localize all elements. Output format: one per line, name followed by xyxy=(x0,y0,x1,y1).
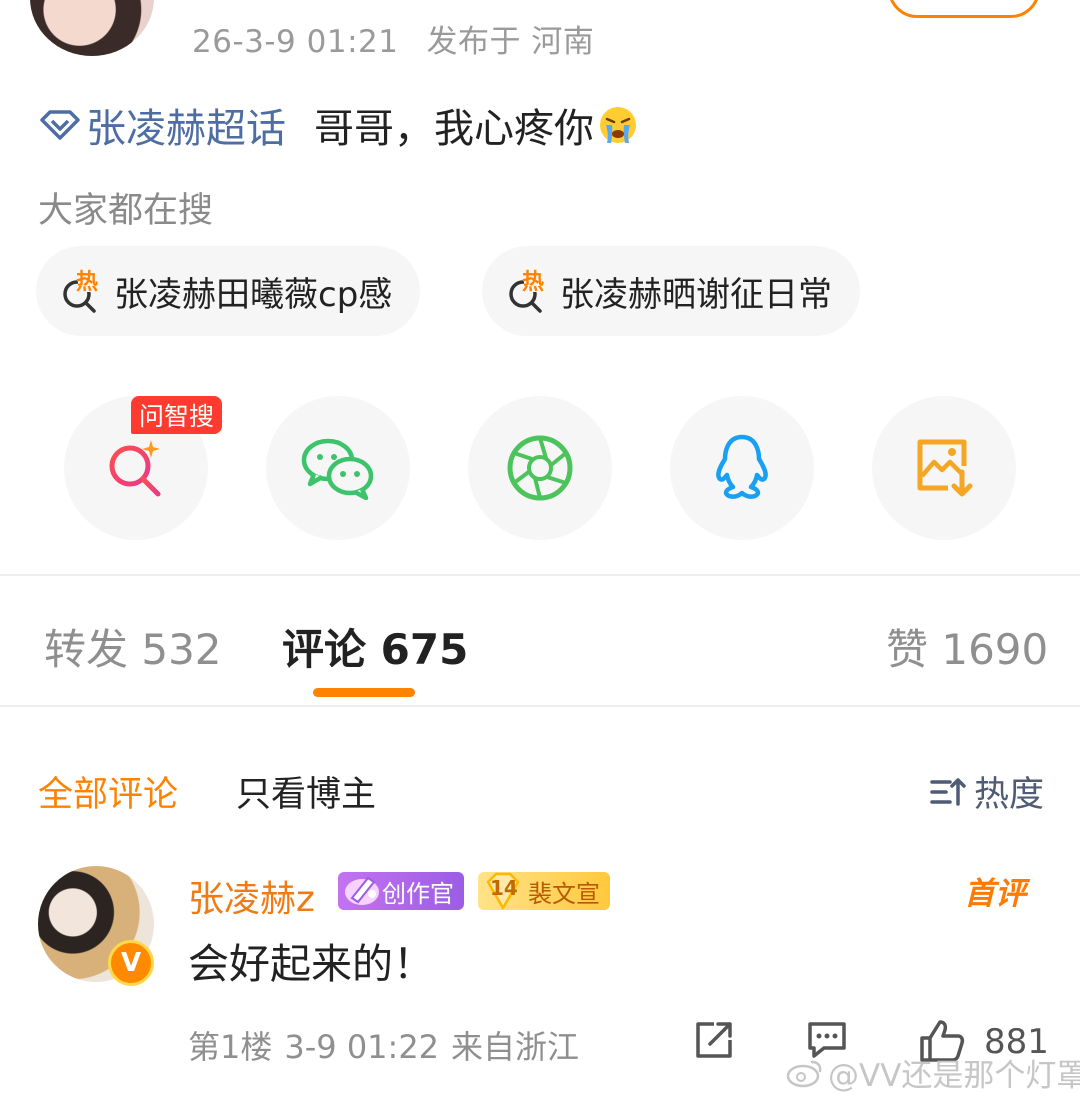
follow-button[interactable] xyxy=(888,0,1040,18)
weibo-logo-icon xyxy=(786,1060,822,1087)
post-location: 发布于 河南 xyxy=(426,24,595,60)
save-image-button[interactable] xyxy=(872,396,1016,540)
diamond-icon xyxy=(40,110,80,140)
post-content: 张凌赫超话 哥哥，我心疼你 xyxy=(38,96,638,154)
wechat-icon xyxy=(301,438,374,500)
fan-badge-label: 裴文宣 xyxy=(528,879,600,908)
share-moments-button[interactable] xyxy=(468,396,612,540)
filter-author-only[interactable]: 只看博主 xyxy=(236,766,376,817)
poster-avatar[interactable] xyxy=(30,0,154,56)
divider xyxy=(0,574,1080,576)
comment-text: 会好起来的！ xyxy=(188,940,434,988)
fan-badge[interactable]: 14 裴文宣 xyxy=(478,872,610,910)
first-comment-tag: 首评 xyxy=(964,876,1026,912)
ai-search-badge: 问智搜 xyxy=(131,396,223,434)
crying-face-icon xyxy=(600,107,636,143)
creator-badge-label: 创作官 xyxy=(382,879,454,908)
ai-search-icon xyxy=(109,440,161,497)
trending-chip[interactable]: 热 张凌赫田曦薇cp感 xyxy=(36,246,421,336)
active-tab-indicator xyxy=(313,688,415,697)
comment-meta: 第1楼 3-9 01:22 来自浙江 xyxy=(188,1022,579,1068)
trending-chip[interactable]: 热 张凌赫晒谢征日常 xyxy=(482,246,860,336)
watermark: @VV还是那个灯罩 xyxy=(786,1050,1080,1094)
share-wechat-button[interactable] xyxy=(266,396,410,540)
tab-likes[interactable]: 赞 1690 xyxy=(886,616,1048,677)
hot-search-icon: 热 xyxy=(504,268,550,314)
creator-badge-icon xyxy=(345,876,379,905)
supertopic-link[interactable]: 张凌赫超话 xyxy=(38,96,286,154)
creator-badge[interactable]: 创作官 xyxy=(338,872,464,910)
watermark-text: @VV还是那个灯罩 xyxy=(828,1058,1080,1094)
hot-search-icon: 热 xyxy=(58,268,104,314)
sort-icon xyxy=(930,777,966,806)
tab-comments[interactable]: 评论 675 xyxy=(282,616,468,677)
divider xyxy=(0,705,1080,707)
filter-all-comments[interactable]: 全部评论 xyxy=(38,766,178,817)
trending-chip-text: 张凌赫晒谢征日常 xyxy=(560,274,832,315)
tab-reposts[interactable]: 转发 532 xyxy=(44,616,222,677)
sort-by-hot-button[interactable]: 热度 xyxy=(930,766,1044,817)
supertopic-label: 张凌赫超话 xyxy=(86,106,286,152)
sort-label: 热度 xyxy=(974,775,1045,815)
moments-icon xyxy=(507,435,573,501)
share-qq-button[interactable] xyxy=(670,396,814,540)
qq-icon xyxy=(716,434,768,499)
post-meta: 26-3-9 01:21 发布于 河南 xyxy=(192,16,594,61)
trending-chip-text: 张凌赫田曦薇cp感 xyxy=(114,274,393,315)
verified-badge-icon: V xyxy=(108,940,154,986)
comment-location: 来自浙江 xyxy=(451,1028,580,1066)
post-time: 26-3-9 01:21 xyxy=(192,24,399,60)
trending-search-label: 大家都在搜 xyxy=(38,191,214,231)
post-text: 哥哥，我心疼你 xyxy=(314,106,594,152)
save-image-icon xyxy=(917,439,973,497)
commenter-name[interactable]: 张凌赫z xyxy=(188,870,315,922)
share-comment-icon[interactable] xyxy=(692,1018,736,1062)
fan-level: 14 xyxy=(490,876,518,900)
comment-floor: 第1楼 xyxy=(188,1028,273,1066)
comment-time: 3-9 01:22 xyxy=(284,1028,440,1066)
